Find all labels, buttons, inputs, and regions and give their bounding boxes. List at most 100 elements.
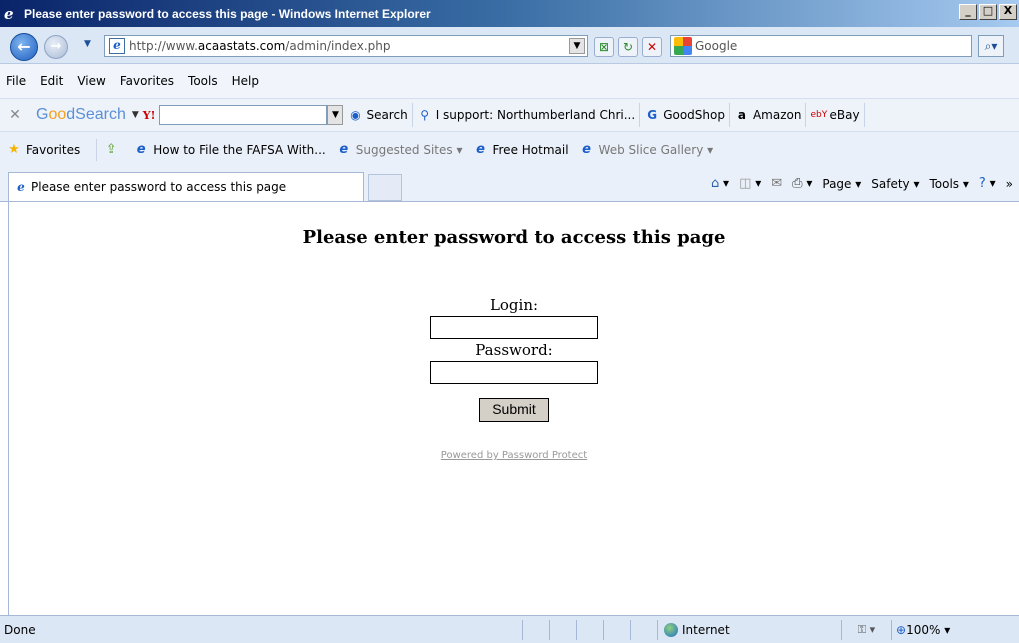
tab-ie-icon: e xyxy=(17,180,25,194)
address-toolbar: ← → ▼ e http://www.acaastats.com/admin/i… xyxy=(0,27,1019,64)
menu-help[interactable]: Help xyxy=(232,74,259,88)
search-icon: ◉ xyxy=(350,108,361,122)
menu-favorites[interactable]: Favorites xyxy=(120,74,174,88)
goodshop-label: GoodShop xyxy=(663,108,725,122)
amazon-icon: a xyxy=(737,108,747,122)
goodsearch-input[interactable] xyxy=(159,105,328,125)
divider xyxy=(96,139,98,161)
close-button[interactable]: X xyxy=(999,4,1017,20)
status-bar: Done Internet ⚿ ▾ ⊕100% ▾ xyxy=(0,615,1019,643)
goodsearch-logo[interactable]: GoodSearch xyxy=(36,106,126,124)
search-field[interactable]: Google xyxy=(670,35,972,57)
security-zone[interactable]: Internet xyxy=(657,619,841,640)
password-input[interactable] xyxy=(430,361,598,384)
support-label: I support: Northumberland Chri... xyxy=(435,108,636,122)
home-icon: ⌂ xyxy=(710,176,720,191)
print-button[interactable]: ⎙ ▾ xyxy=(792,176,812,191)
ie-page-icon: e xyxy=(136,142,146,157)
status-cell xyxy=(576,619,603,640)
overflow-chevron-icon[interactable]: » xyxy=(1006,177,1013,191)
password-label: Password: xyxy=(475,341,553,359)
menu-edit[interactable]: Edit xyxy=(40,74,63,88)
read-mail-button[interactable]: ✉ xyxy=(771,176,782,191)
address-field[interactable]: e http://www.acaastats.com/admin/index.p… xyxy=(104,35,588,57)
page-content: Please enter password to access this pag… xyxy=(8,202,1019,615)
zoom-button[interactable]: ⊕100% ▾ xyxy=(891,619,961,640)
goodsearch-input-dropdown-icon[interactable]: ▼ xyxy=(327,105,344,125)
maximize-button[interactable]: □ xyxy=(979,4,997,20)
compatibility-view-icon[interactable]: ⊠ xyxy=(594,37,614,57)
tab-active[interactable]: e Please enter password to access this p… xyxy=(8,172,364,201)
status-cell xyxy=(630,619,657,640)
page-icon: e xyxy=(109,38,125,54)
fav-link-fafsa[interactable]: e How to File the FAFSA With... xyxy=(133,142,326,158)
gs-logo-oo: oo xyxy=(48,106,67,123)
goodsearch-search-button[interactable]: ◉ Search xyxy=(343,103,413,127)
safety-menu-button[interactable]: Safety ▾ xyxy=(871,177,919,191)
status-cell xyxy=(549,619,576,640)
web-slice-gallery-label: Web Slice Gallery ▾ xyxy=(598,143,714,157)
support-icon: ⚲ xyxy=(420,108,430,122)
search-go-button[interactable]: ⌕▾ xyxy=(978,35,1004,57)
goodsearch-dropdown-icon[interactable]: ▼ xyxy=(132,110,139,120)
menu-tools[interactable]: Tools xyxy=(188,74,218,88)
address-url[interactable]: http://www.acaastats.com/admin/index.php xyxy=(129,39,390,53)
command-bar: ⌂ ▾ ◫ ▾ ✉ ⎙ ▾ Page ▾ Safety ▾ Tools ▾ ? … xyxy=(701,176,1013,191)
amazon-label: Amazon xyxy=(752,108,802,122)
suggested-sites-icon: e xyxy=(339,142,349,157)
suggested-sites-label: Suggested Sites ▾ xyxy=(355,143,463,157)
fav-link-fafsa-label: How to File the FAFSA With... xyxy=(153,143,326,157)
page-title: Please enter password to access this pag… xyxy=(302,227,726,248)
google-icon xyxy=(674,37,692,55)
minimize-button[interactable]: _ xyxy=(959,4,977,20)
login-form: Login: Password: Submit xyxy=(9,294,1019,422)
fav-free-hotmail[interactable]: e Free Hotmail xyxy=(472,142,568,158)
recent-pages-dropdown-icon[interactable]: ▼ xyxy=(84,39,94,53)
ebay-button[interactable]: ebY eBay xyxy=(806,103,865,127)
gs-logo-b: dSearch xyxy=(66,106,126,123)
url-prefix: http://www. xyxy=(129,39,198,53)
gs-logo-a: G xyxy=(36,106,49,123)
favorites-button[interactable]: ★ Favorites xyxy=(6,142,80,158)
goodshop-button[interactable]: G GoodShop xyxy=(640,103,730,127)
support-button[interactable]: ⚲ I support: Northumberland Chri... xyxy=(413,103,641,127)
status-cell xyxy=(603,619,630,640)
address-dropdown-icon[interactable]: ▼ xyxy=(569,38,585,54)
url-domain: acaastats.com xyxy=(197,39,286,53)
powered-by-link[interactable]: Powered by Password Protect xyxy=(9,450,1019,461)
stop-icon[interactable]: ✕ xyxy=(642,37,662,57)
close-toolbar-icon[interactable]: ✕ xyxy=(4,107,26,123)
feeds-icon: ◫ xyxy=(739,176,752,191)
favorites-bar: ★ Favorites ⇪ e How to File the FAFSA With… xyxy=(0,132,1019,168)
tab-bar: e Please enter password to access this p… xyxy=(0,168,1019,202)
menu-view[interactable]: View xyxy=(77,74,105,88)
feeds-button[interactable]: ◫ ▾ xyxy=(739,176,761,191)
add-favorite-button[interactable]: ⇪ xyxy=(103,142,123,158)
print-icon: ⎙ xyxy=(792,176,803,191)
amazon-button[interactable]: a Amazon xyxy=(730,103,807,127)
tools-menu-button[interactable]: Tools ▾ xyxy=(930,177,969,191)
submit-button[interactable]: Submit xyxy=(479,398,549,422)
menu-file[interactable]: File xyxy=(6,74,26,88)
status-cell xyxy=(522,619,549,640)
zoom-label: 100% xyxy=(906,622,941,637)
page-menu-button[interactable]: Page ▾ xyxy=(822,177,861,191)
fav-suggested-sites[interactable]: e Suggested Sites ▾ xyxy=(336,142,463,158)
home-button[interactable]: ⌂ ▾ xyxy=(711,176,729,191)
tab-label: Please enter password to access this pag… xyxy=(31,180,287,194)
status-text: Done xyxy=(4,622,36,637)
new-tab-button[interactable] xyxy=(368,174,402,201)
free-hotmail-label: Free Hotmail xyxy=(492,143,569,157)
add-to-favorites-icon: ⇪ xyxy=(105,142,117,157)
refresh-icon[interactable]: ↻ xyxy=(618,37,638,57)
zoom-icon: ⊕ xyxy=(896,622,907,637)
login-input[interactable] xyxy=(430,316,598,339)
ie-page-icon: e xyxy=(476,142,485,157)
protected-mode-button[interactable]: ⚿ ▾ xyxy=(841,619,891,640)
title-bar: e Please enter password to access this p… xyxy=(0,0,1019,27)
help-button[interactable]: ? ▾ xyxy=(979,176,996,191)
forward-button[interactable]: → xyxy=(44,35,68,59)
back-button[interactable]: ← xyxy=(10,33,38,61)
ebay-icon: ebY xyxy=(810,110,828,120)
fav-web-slice-gallery[interactable]: e Web Slice Gallery ▾ xyxy=(579,142,714,158)
